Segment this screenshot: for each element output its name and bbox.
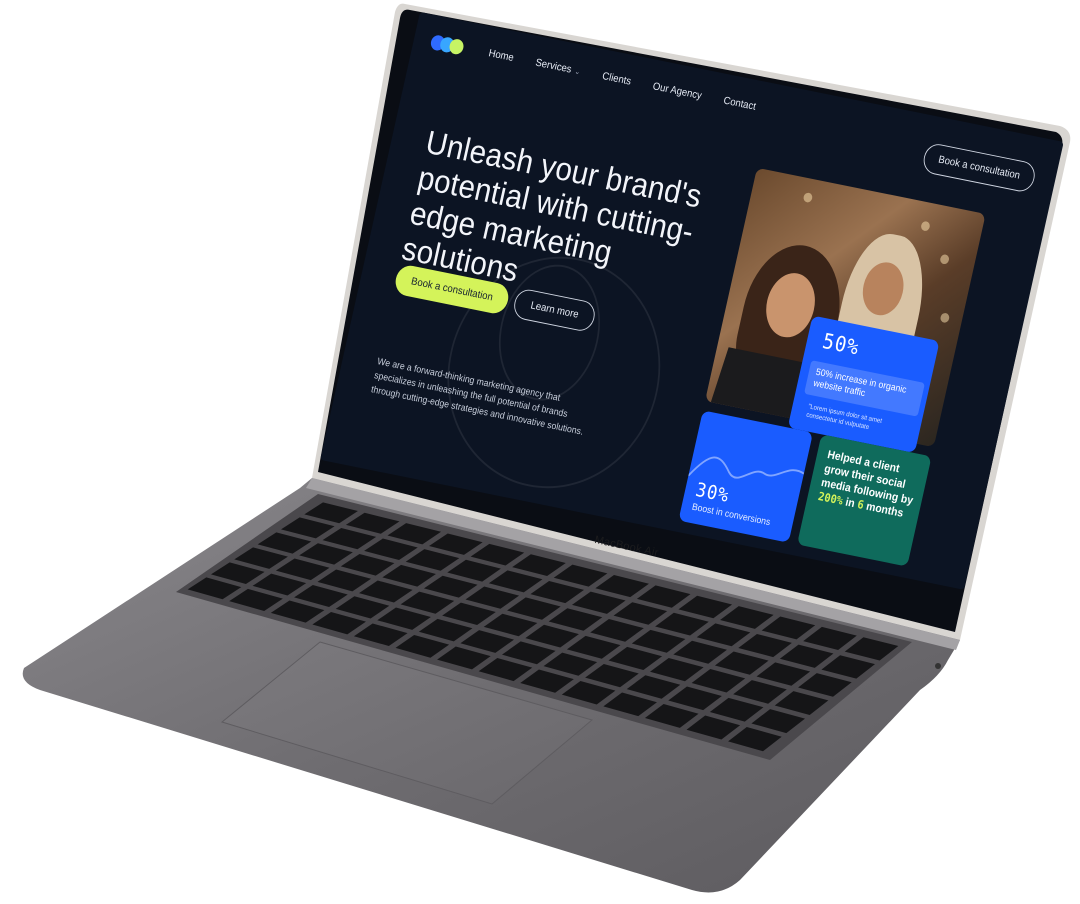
conversions-label: Boost in conversions (690, 501, 772, 529)
nav-item-home[interactable]: Home (487, 48, 514, 64)
chevron-down-icon: ⌄ (573, 66, 582, 76)
conversions-card: 30% Boost in conversions (678, 410, 814, 543)
logo[interactable] (429, 34, 473, 59)
nav-item-our-agency[interactable]: Our Agency (652, 81, 703, 102)
laptop-mockup: MacBook Air Home Services ⌄ Clients Our A… (0, 0, 1080, 904)
nav-item-services[interactable]: Services ⌄ (534, 57, 581, 77)
book-consultation-nav-button[interactable]: Book a consultation (920, 141, 1038, 194)
organic-traffic-card: 50% 50% increase in organic website traf… (787, 315, 940, 454)
social-growth-card: Helped a client grow their social media … (796, 434, 932, 567)
nav-item-contact[interactable]: Contact (722, 95, 757, 113)
organic-traffic-value: 50% (820, 329, 862, 361)
social-growth-text: Helped a client grow their social media … (816, 447, 915, 520)
nav-item-clients[interactable]: Clients (601, 71, 632, 88)
